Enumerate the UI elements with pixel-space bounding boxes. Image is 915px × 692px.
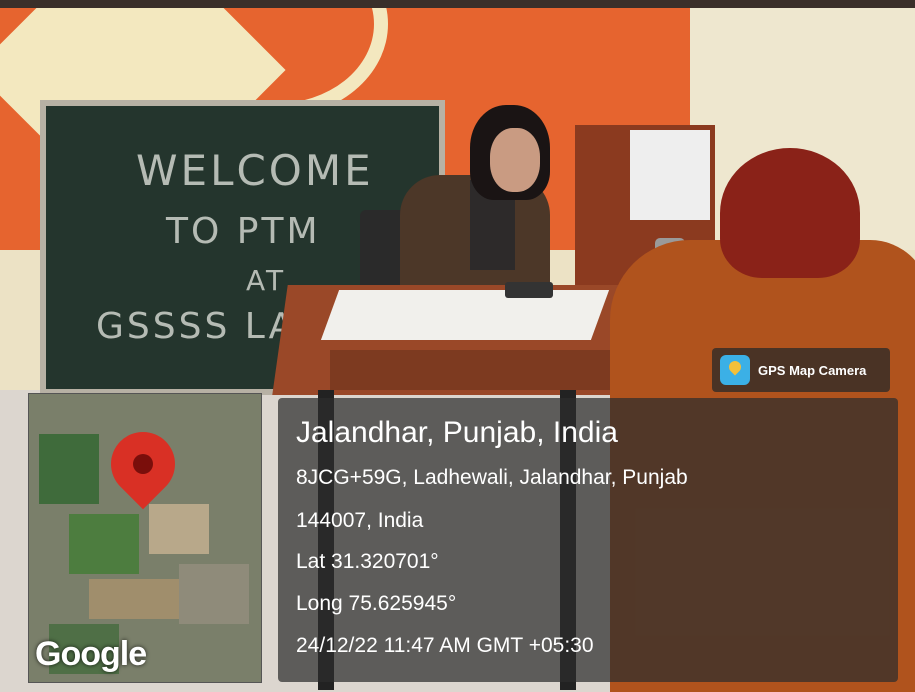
board-text-to-ptm: TO PTM — [166, 211, 321, 252]
latitude-text: Lat 31.320701° — [296, 550, 439, 573]
gps-app-label: GPS Map Camera — [758, 362, 867, 378]
gps-map-camera-badge: GPS Map Camera — [712, 348, 890, 392]
location-info-box: Jalandhar, Punjab, India 8JCG+59G, Ladhe… — [278, 398, 898, 682]
papers — [320, 290, 610, 340]
board-text-at: AT — [246, 264, 287, 297]
timestamp-text: 24/12/22 11:47 AM GMT +05:30 — [296, 634, 594, 657]
board-text-welcome: WELCOME — [136, 146, 374, 195]
address-line-2: 144007, India — [296, 509, 424, 532]
top-strip — [0, 0, 915, 8]
man-cap — [720, 148, 860, 278]
map-thumbnail: Google — [28, 393, 262, 683]
google-logo: Google — [35, 635, 147, 673]
location-title: Jalandhar, Punjab, India — [296, 416, 618, 449]
location-pin-dot — [133, 454, 153, 474]
address-line-1: 8JCG+59G, Ladhewali, Jalandhar, Punjab — [296, 466, 688, 489]
notice-paper — [630, 130, 710, 220]
gps-map-camera-app-icon — [720, 355, 750, 385]
phone — [505, 282, 553, 298]
photo-scene: WELCOME TO PTM AT GSSSS LAD GPS Map Came… — [0, 0, 915, 692]
longitude-text: Long 75.625945° — [296, 592, 457, 615]
woman-face — [490, 128, 540, 192]
